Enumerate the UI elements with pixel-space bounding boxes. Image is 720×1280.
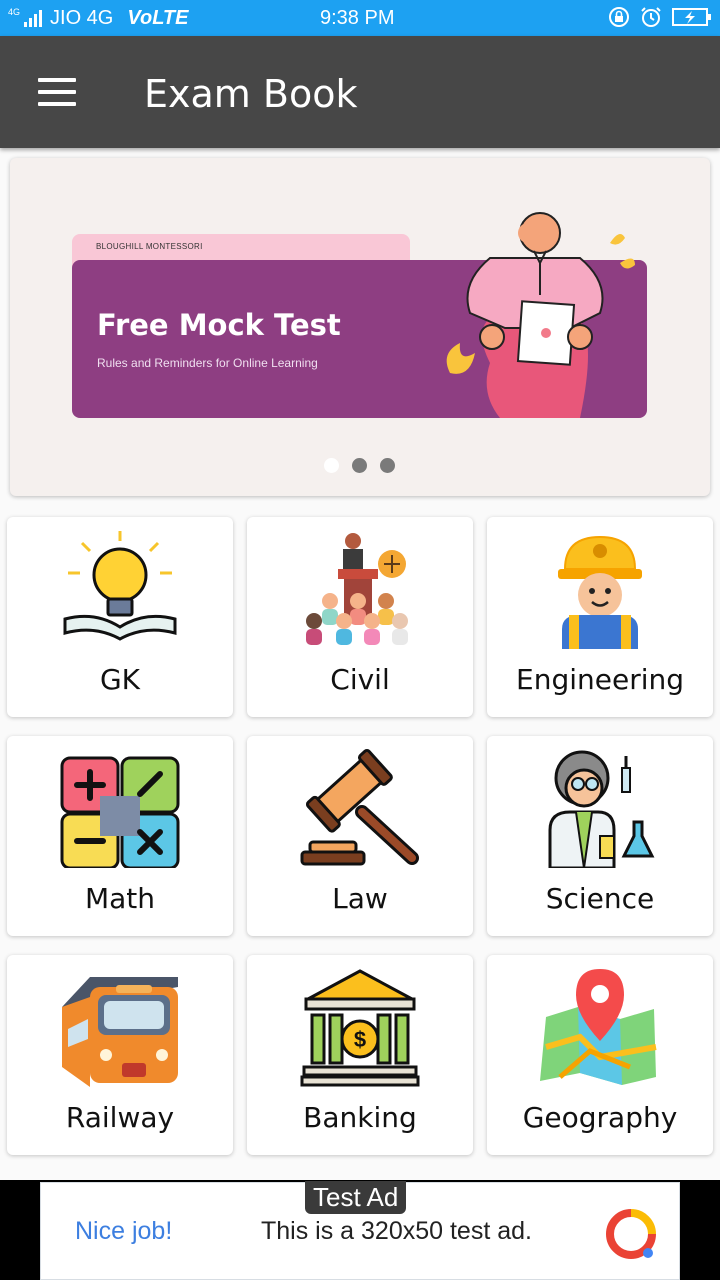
teacher-illustration — [446, 212, 635, 418]
scientist-icon — [548, 750, 655, 868]
category-label: Railway — [65, 1101, 175, 1134]
carousel-dots — [324, 458, 395, 473]
battery-charging-icon — [672, 8, 711, 26]
category-label: Science — [545, 882, 655, 915]
category-card-science[interactable]: Science — [487, 736, 713, 936]
bank-icon: $ — [300, 969, 420, 1087]
carrier-label: JIO 4G — [50, 7, 114, 29]
rotation-lock-icon — [609, 7, 629, 27]
clock: 9:38 PM — [320, 7, 395, 29]
carousel-dot-2[interactable] — [352, 458, 367, 473]
ad-content[interactable]: Test Ad Nice job! This is a 320x50 test … — [40, 1181, 680, 1280]
category-card-law[interactable]: Law — [247, 736, 473, 936]
menu-icon[interactable] — [38, 78, 76, 106]
app-bar: Exam Book — [0, 36, 720, 148]
courtroom-icon — [306, 533, 408, 645]
category-label: Banking — [303, 1101, 417, 1134]
category-card-gk[interactable]: GK — [7, 517, 233, 717]
train-icon — [62, 977, 178, 1087]
test-ad-badge: Test Ad — [305, 1181, 407, 1214]
status-bar: 4G JIO 4G VoLTE 9:38 PM — [0, 0, 720, 36]
page-title: Exam Book — [144, 72, 358, 116]
category-label: GK — [99, 663, 141, 696]
category-card-geography[interactable]: Geography — [487, 955, 713, 1155]
alarm-icon — [641, 7, 661, 27]
volte-label: VoLTE — [127, 7, 189, 29]
status-left: 4G JIO 4G VoLTE — [8, 7, 188, 30]
category-card-banking[interactable]: $ Banking — [247, 955, 473, 1155]
banner-tag: BLOUGHILL MONTESSORI — [96, 242, 203, 251]
category-card-engineering[interactable]: Engineering — [487, 517, 713, 717]
signal-icon — [24, 9, 43, 27]
category-label: Law — [332, 882, 388, 915]
category-label: Math — [84, 882, 156, 915]
category-card-math[interactable]: Math — [7, 736, 233, 936]
banner-carousel[interactable]: BLOUGHILL MONTESSORI Free Mock Test Rule… — [10, 158, 710, 496]
category-card-civil[interactable]: Civil — [247, 517, 473, 717]
banner-subtitle: Rules and Reminders for Online Learning — [97, 356, 318, 370]
status-right — [608, 6, 712, 28]
calculator-icon — [60, 756, 180, 868]
gavel-icon — [300, 749, 419, 866]
lightbulb-book-icon — [63, 531, 177, 641]
carousel-dot-3[interactable] — [380, 458, 395, 473]
admob-logo-icon — [606, 1209, 656, 1259]
network-type: 4G — [8, 6, 21, 17]
category-card-railway[interactable]: Railway — [7, 955, 233, 1155]
category-label: Engineering — [516, 663, 684, 696]
map-pin-icon — [540, 969, 657, 1085]
category-label: Geography — [522, 1101, 678, 1134]
carousel-dot-1[interactable] — [324, 458, 339, 473]
banner-headline: Free Mock Test — [97, 308, 341, 342]
engineer-helmet-icon — [558, 535, 642, 649]
category-label: Civil — [330, 663, 390, 696]
svg-text:$: $ — [354, 1027, 366, 1052]
ad-text: This is a 320x50 test ad. — [261, 1217, 532, 1245]
ad-banner: Test Ad Nice job! This is a 320x50 test … — [0, 1180, 720, 1280]
ad-cta-link[interactable]: Nice job! — [75, 1217, 172, 1246]
